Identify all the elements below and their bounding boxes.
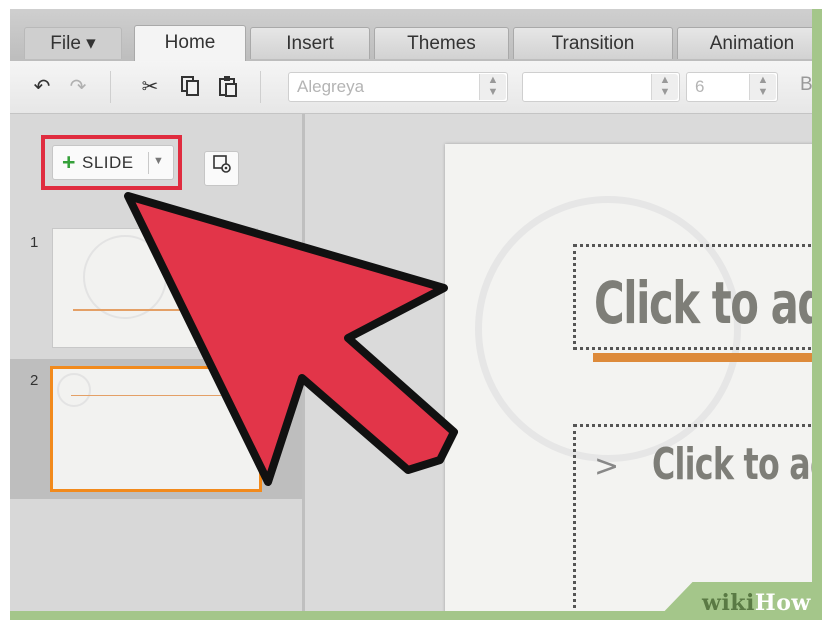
pointer-arrow-icon bbox=[124, 192, 458, 486]
watermark-text: wikiHow bbox=[702, 590, 811, 616]
